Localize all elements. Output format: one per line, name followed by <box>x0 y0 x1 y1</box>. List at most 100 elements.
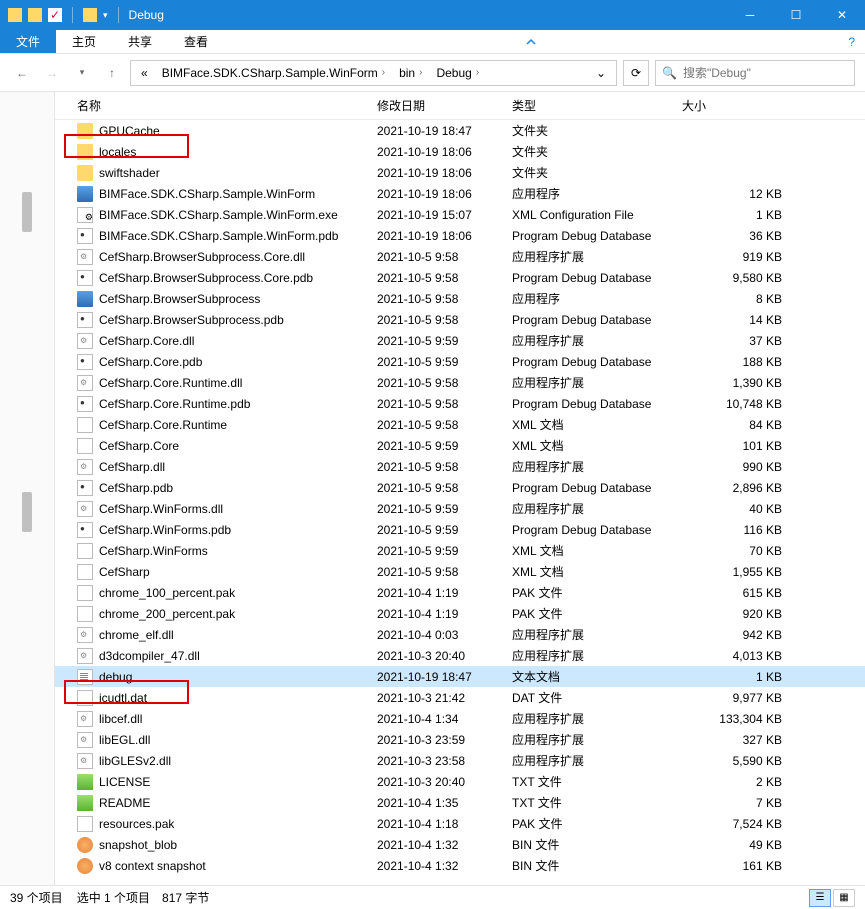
file-type: Program Debug Database <box>512 397 682 411</box>
file-row[interactable]: CefSharp.WinForms.pdb2021-10-5 9:59Progr… <box>55 519 865 540</box>
help-button[interactable]: ? <box>838 30 865 53</box>
breadcrumb-root[interactable]: « <box>135 61 154 85</box>
file-row[interactable]: debug2021-10-19 18:47文本文档1 KB <box>55 666 865 687</box>
col-type[interactable]: 类型 <box>512 97 682 114</box>
file-type: XML 文档 <box>512 542 682 559</box>
txt-icon <box>77 669 93 685</box>
file-row[interactable]: chrome_elf.dll2021-10-4 0:03应用程序扩展942 KB <box>55 624 865 645</box>
file-name: resources.pak <box>99 817 174 831</box>
file-row[interactable]: v8 context snapshot2021-10-4 1:32BIN 文件1… <box>55 855 865 876</box>
file-row[interactable]: LICENSE2021-10-3 20:40TXT 文件2 KB <box>55 771 865 792</box>
file-row[interactable]: swiftshader2021-10-19 18:06文件夹 <box>55 162 865 183</box>
file-row[interactable]: resources.pak2021-10-4 1:18PAK 文件7,524 K… <box>55 813 865 834</box>
dll-icon <box>77 501 93 517</box>
file-row[interactable]: snapshot_blob2021-10-4 1:32BIN 文件49 KB <box>55 834 865 855</box>
nav-pane[interactable] <box>0 92 55 885</box>
tab-file[interactable]: 文件 <box>0 30 56 53</box>
file-row[interactable]: CefSharp.pdb2021-10-5 9:58Program Debug … <box>55 477 865 498</box>
file-name: CefSharp.WinForms.pdb <box>99 523 231 537</box>
file-row[interactable]: BIMFace.SDK.CSharp.Sample.WinForm.exe202… <box>55 204 865 225</box>
file-row[interactable]: CefSharp.BrowserSubprocess.Core.pdb2021-… <box>55 267 865 288</box>
file-type: Program Debug Database <box>512 523 682 537</box>
col-date[interactable]: 修改日期 <box>377 97 512 114</box>
icons-view-button[interactable]: ▦ <box>833 889 855 907</box>
file-row[interactable]: chrome_100_percent.pak2021-10-4 1:19PAK … <box>55 582 865 603</box>
breadcrumb[interactable]: « BIMFace.SDK.CSharp.Sample.WinForm› bin… <box>130 60 617 86</box>
file-row[interactable]: CefSharp.BrowserSubprocess2021-10-5 9:58… <box>55 288 865 309</box>
col-name[interactable]: 名称 <box>77 97 377 114</box>
file-type: Program Debug Database <box>512 355 682 369</box>
file-size: 40 KB <box>682 502 802 516</box>
file-row[interactable]: icudtl.dat2021-10-3 21:42DAT 文件9,977 KB <box>55 687 865 708</box>
scrollbar-thumb[interactable] <box>22 192 32 232</box>
close-button[interactable]: ✕ <box>819 0 865 30</box>
back-button[interactable]: ← <box>10 61 34 85</box>
file-row[interactable]: GPUCache2021-10-19 18:47文件夹 <box>55 120 865 141</box>
file-row[interactable]: CefSharp2021-10-5 9:58XML 文档1,955 KB <box>55 561 865 582</box>
file-row[interactable]: chrome_200_percent.pak2021-10-4 1:19PAK … <box>55 603 865 624</box>
file-row[interactable]: CefSharp.Core.Runtime.dll2021-10-5 9:58应… <box>55 372 865 393</box>
file-row[interactable]: CefSharp.BrowserSubprocess.Core.dll2021-… <box>55 246 865 267</box>
file-row[interactable]: BIMFace.SDK.CSharp.Sample.WinForm.pdb202… <box>55 225 865 246</box>
file-type: 应用程序扩展 <box>512 752 682 769</box>
col-size[interactable]: 大小 <box>682 97 802 114</box>
breadcrumb-dropdown-icon[interactable]: ⌄ <box>590 66 612 80</box>
file-date: 2021-10-5 9:59 <box>377 502 512 516</box>
file-name: d3dcompiler_47.dll <box>99 649 200 663</box>
file-row[interactable]: CefSharp.Core2021-10-5 9:59XML 文档101 KB <box>55 435 865 456</box>
file-type: 应用程序扩展 <box>512 626 682 643</box>
dll-icon <box>77 648 93 664</box>
file-row[interactable]: CefSharp.BrowserSubprocess.pdb2021-10-5 … <box>55 309 865 330</box>
recent-dropdown[interactable]: ▾ <box>70 61 94 85</box>
xml-icon <box>77 417 93 433</box>
properties-icon[interactable]: ✓ <box>48 8 62 22</box>
file-row[interactable]: libcef.dll2021-10-4 1:34应用程序扩展133,304 KB <box>55 708 865 729</box>
file-name: CefSharp <box>99 565 150 579</box>
file-row[interactable]: libEGL.dll2021-10-3 23:59应用程序扩展327 KB <box>55 729 865 750</box>
breadcrumb-part1[interactable]: BIMFace.SDK.CSharp.Sample.WinForm› <box>156 61 391 85</box>
file-row[interactable]: CefSharp.dll2021-10-5 9:58应用程序扩展990 KB <box>55 456 865 477</box>
breadcrumb-part2[interactable]: bin› <box>393 61 428 85</box>
file-row[interactable]: BIMFace.SDK.CSharp.Sample.WinForm2021-10… <box>55 183 865 204</box>
forward-button[interactable]: → <box>40 61 64 85</box>
pdb-icon <box>77 480 93 496</box>
file-row[interactable]: d3dcompiler_47.dll2021-10-3 20:40应用程序扩展4… <box>55 645 865 666</box>
details-view-button[interactable]: ☰ <box>809 889 831 907</box>
up-button[interactable]: ↑ <box>100 61 124 85</box>
file-size: 161 KB <box>682 859 802 873</box>
tab-view[interactable]: 查看 <box>168 30 224 53</box>
search-input[interactable] <box>683 66 848 80</box>
file-row[interactable]: README2021-10-4 1:35TXT 文件7 KB <box>55 792 865 813</box>
file-date: 2021-10-3 23:59 <box>377 733 512 747</box>
file-row[interactable]: CefSharp.Core.pdb2021-10-5 9:59Program D… <box>55 351 865 372</box>
file-size: 12 KB <box>682 187 802 201</box>
file-row[interactable]: libGLESv2.dll2021-10-3 23:58应用程序扩展5,590 … <box>55 750 865 771</box>
pdb-icon <box>77 270 93 286</box>
file-type: 应用程序 <box>512 290 682 307</box>
file-row[interactable]: CefSharp.Core.Runtime.pdb2021-10-5 9:58P… <box>55 393 865 414</box>
file-row[interactable]: CefSharp.Core.dll2021-10-5 9:59应用程序扩展37 … <box>55 330 865 351</box>
file-row[interactable]: CefSharp.WinForms.dll2021-10-5 9:59应用程序扩… <box>55 498 865 519</box>
file-name: BIMFace.SDK.CSharp.Sample.WinForm.pdb <box>99 229 338 243</box>
minimize-button[interactable]: ─ <box>727 0 773 30</box>
file-row[interactable]: CefSharp.Core.Runtime2021-10-5 9:58XML 文… <box>55 414 865 435</box>
file-row[interactable]: locales2021-10-19 18:06文件夹 <box>55 141 865 162</box>
search-box[interactable]: 🔍 <box>655 60 855 86</box>
tab-home[interactable]: 主页 <box>56 30 112 53</box>
file-date: 2021-10-5 9:58 <box>377 250 512 264</box>
dat-icon <box>77 690 93 706</box>
scrollbar-thumb[interactable] <box>22 492 32 532</box>
folder-icon-2 <box>28 8 42 22</box>
tab-share[interactable]: 共享 <box>112 30 168 53</box>
dll-icon <box>77 753 93 769</box>
ribbon-collapse-button[interactable] <box>515 30 547 53</box>
file-row[interactable]: CefSharp.WinForms2021-10-5 9:59XML 文档70 … <box>55 540 865 561</box>
refresh-button[interactable]: ⟳ <box>623 60 649 86</box>
file-date: 2021-10-5 9:59 <box>377 439 512 453</box>
maximize-button[interactable]: ☐ <box>773 0 819 30</box>
file-size: 9,977 KB <box>682 691 802 705</box>
breadcrumb-part3[interactable]: Debug› <box>430 61 485 85</box>
file-list[interactable]: 名称 修改日期 类型 大小 GPUCache2021-10-19 18:47文件… <box>55 92 865 885</box>
qat-dropdown-icon[interactable]: ▾ <box>103 10 108 21</box>
lic-icon <box>77 795 93 811</box>
